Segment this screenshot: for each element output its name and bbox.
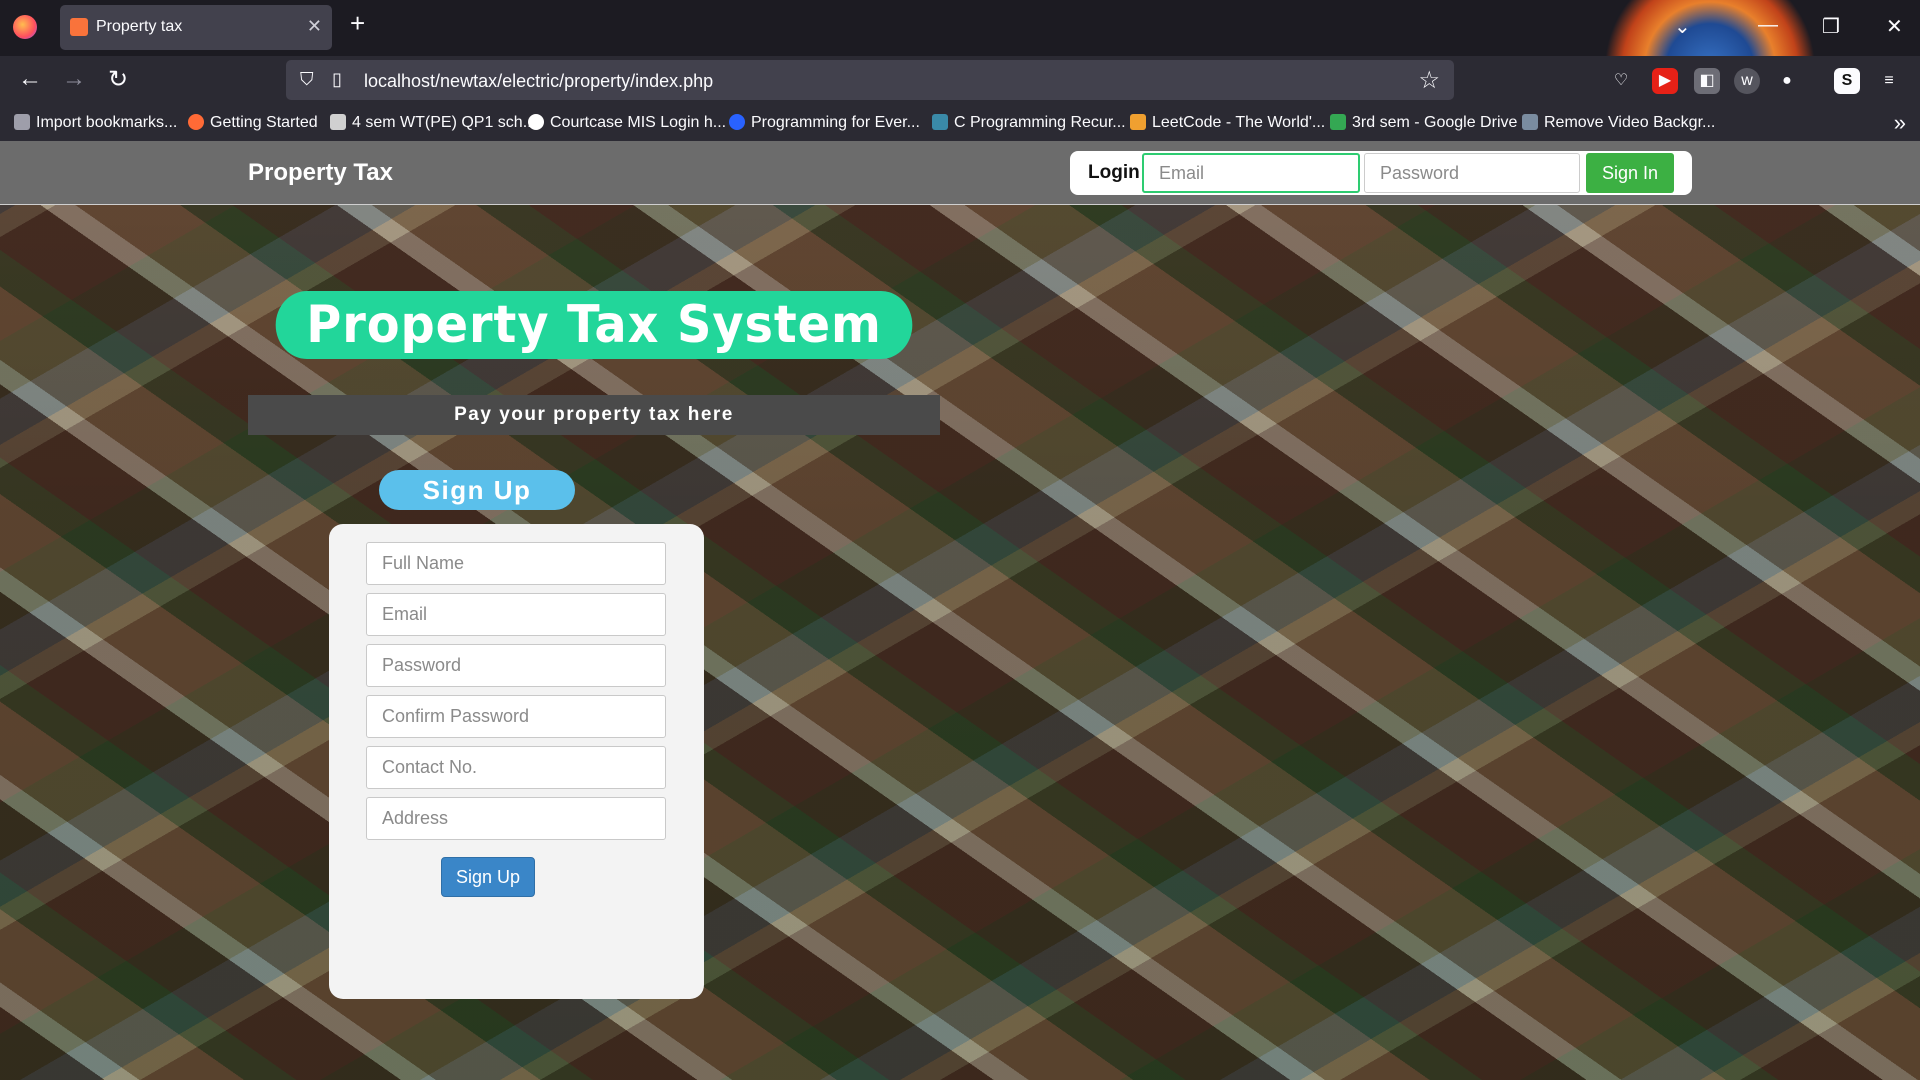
new-tab-icon[interactable]: + [350,8,365,39]
pocket-icon[interactable]: ♡ [1608,68,1634,94]
web-page: Property Tax Login Sign In Property Tax … [0,141,1920,1080]
password-input[interactable] [366,644,666,687]
site-header: Property Tax Login Sign In [0,141,1920,205]
tab-list-chevron-icon[interactable]: ⌄ [1674,14,1691,39]
restore-icon[interactable]: ❐ [1822,14,1840,39]
youtube-extension-icon[interactable]: ▶ [1652,68,1678,94]
bookmark-item[interactable]: 3rd sem - Google Drive [1330,114,1517,132]
more-bookmarks-chevron-icon[interactable]: » [1894,110,1906,136]
bookmark-item[interactable]: LeetCode - The World'... [1130,114,1325,132]
bookmark-item[interactable]: C Programming Recur... [932,114,1126,132]
email-input[interactable] [366,593,666,636]
login-form: Login Sign In [1070,151,1692,195]
hero-title: Property Tax System [275,291,913,359]
page-icon[interactable]: ▯ [332,69,342,90]
login-email-input[interactable] [1142,153,1360,193]
browser-tab-bar: Property tax ✕ + ⌄ — ❐ ✕ [0,0,1920,150]
forward-icon[interactable]: → [62,65,86,93]
extension-toolbar: ♡ ▶ ◧ w ● S ≡ [1608,68,1908,96]
signup-form: Sign Up [329,524,704,999]
bookmark-item[interactable]: Remove Video Backgr... [1522,114,1715,132]
bookmark-item[interactable]: Programming for Ever... [729,114,920,132]
shield-icon[interactable]: ⛉ [300,69,314,90]
reload-icon[interactable]: ↻ [108,65,128,94]
window-controls: ⌄ — ❐ ✕ [1660,0,1920,56]
login-password-input[interactable] [1364,153,1580,193]
bookmarks-bar: Import bookmarks... Getting Started 4 se… [0,106,1920,141]
full-name-input[interactable] [366,542,666,585]
firefox-logo-icon[interactable] [13,15,37,39]
sign-in-button[interactable]: Sign In [1586,153,1674,193]
minimize-icon[interactable]: — [1758,14,1778,37]
tab-favicon-icon [70,18,88,36]
url-text[interactable]: localhost/newtax/electric/property/index… [364,71,713,92]
site-brand[interactable]: Property Tax [248,159,393,187]
hero-subtitle: Pay your property tax here [248,395,940,435]
w-extension-icon[interactable]: w [1734,68,1760,94]
sign-up-button[interactable]: Sign Up [441,857,535,897]
back-icon[interactable]: ← [18,65,42,93]
s-extension-icon[interactable]: S [1834,68,1860,94]
confirm-password-input[interactable] [366,695,666,738]
bookmark-item[interactable]: 4 sem WT(PE) QP1 sch... [330,114,536,132]
extension-puzzle-icon[interactable]: ◧ [1694,68,1720,94]
bookmark-item[interactable]: Courtcase MIS Login h... [528,114,726,132]
address-bar[interactable]: ⛉ ▯ localhost/newtax/electric/property/i… [286,60,1454,100]
close-window-icon[interactable]: ✕ [1886,14,1903,39]
bookmark-item[interactable]: Import bookmarks... [14,114,177,132]
login-label: Login [1088,162,1140,183]
bookmark-item[interactable]: Getting Started [188,114,318,132]
contact-number-input[interactable] [366,746,666,789]
menu-hamburger-icon[interactable]: ≡ [1876,68,1902,94]
bookmark-star-icon[interactable]: ☆ [1418,66,1440,95]
houses-background-image [0,141,1920,1080]
tab-title: Property tax [96,18,183,35]
browser-tab[interactable]: Property tax ✕ [60,5,332,50]
tab-close-icon[interactable]: ✕ [307,16,322,37]
profile-icon[interactable]: ● [1774,68,1800,94]
signup-heading: Sign Up [379,470,575,510]
address-input[interactable] [366,797,666,840]
